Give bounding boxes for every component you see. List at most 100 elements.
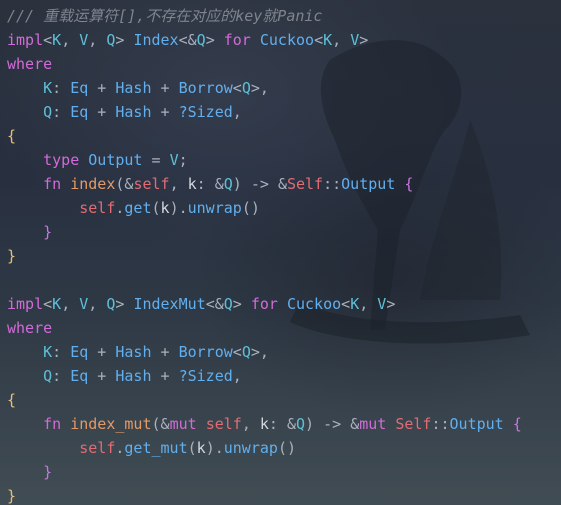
code-token: mut <box>359 415 396 433</box>
code-token: V <box>79 31 89 49</box>
code-token: Q <box>223 175 233 193</box>
code-token: ) -> <box>305 415 351 433</box>
code-line[interactable]: } <box>7 220 561 244</box>
code-token: , <box>169 175 188 193</box>
code-editor[interactable]: /// 重载运算符[],不存在对应的key就Panic impl<K, V, Q>… <box>0 0 561 505</box>
code-token: :: <box>323 175 342 193</box>
code-token: Q <box>296 415 306 433</box>
code-token: Hash <box>115 103 152 121</box>
code-token: > <box>359 31 369 49</box>
code-token: + <box>88 79 116 97</box>
code-token: , <box>359 295 378 313</box>
code-token: & <box>160 415 170 433</box>
code-token: { <box>512 415 522 433</box>
code-token: } <box>7 487 17 505</box>
code-line[interactable]: { <box>7 124 561 148</box>
code-token: index <box>70 175 116 193</box>
code-token: , <box>259 343 269 361</box>
code-line[interactable]: self.get_mut(k).unwrap() <box>7 436 561 460</box>
code-token: > <box>205 31 224 49</box>
code-line[interactable]: Q: Eq + Hash + ?Sized, <box>7 100 561 124</box>
code-token: : <box>268 415 287 433</box>
code-token: , <box>61 31 80 49</box>
code-token: > <box>232 295 251 313</box>
code-token: self <box>205 415 242 433</box>
code-token: Q <box>241 343 251 361</box>
code-line[interactable]: where <box>7 316 561 340</box>
code-token: + <box>151 79 179 97</box>
code-token: , <box>88 31 107 49</box>
code-token: , <box>232 103 242 121</box>
code-line[interactable]: } <box>7 460 561 484</box>
code-token: > <box>250 79 260 97</box>
code-token: where <box>7 319 53 337</box>
code-token: + <box>88 343 116 361</box>
code-token: > <box>386 295 396 313</box>
code-line[interactable]: K: Eq + Hash + Borrow<Q>, <box>7 340 561 364</box>
code-token: Self <box>395 415 432 433</box>
code-token: k <box>196 439 206 457</box>
code-line[interactable]: self.get(k).unwrap() <box>7 196 561 220</box>
code-token: , <box>232 367 242 385</box>
code-token: < <box>178 31 188 49</box>
code-line[interactable]: } <box>7 244 561 268</box>
code-line[interactable] <box>7 268 561 292</box>
code-token: Q <box>223 295 233 313</box>
code-token: get_mut <box>124 439 188 457</box>
code-token: Hash <box>115 367 152 385</box>
code-token: : <box>52 343 71 361</box>
code-token: K <box>43 343 53 361</box>
code-line[interactable]: } <box>7 484 561 505</box>
code-token: Eq <box>70 367 89 385</box>
code-token: , <box>332 31 351 49</box>
code-token: ?Sized <box>178 367 233 385</box>
code-token: + <box>88 367 116 385</box>
code-view[interactable]: /// 重载运算符[],不存在对应的key就Panic impl<K, V, Q>… <box>7 4 561 505</box>
code-token: Borrow <box>178 79 233 97</box>
code-token: get <box>124 199 152 217</box>
code-line[interactable]: impl<K, V, Q> Index<&Q> for Cuckoo<K, V> <box>7 28 561 52</box>
code-token: ; <box>178 151 188 169</box>
code-line[interactable]: Q: Eq + Hash + ?Sized, <box>7 364 561 388</box>
code-token: V <box>79 295 89 313</box>
code-line[interactable]: fn index_mut(&mut self, k: &Q) -> &mut S… <box>7 412 561 436</box>
code-line[interactable]: { <box>7 388 561 412</box>
code-token: > <box>115 31 134 49</box>
code-token: K <box>350 295 360 313</box>
code-token: where <box>7 55 53 73</box>
code-token: } <box>43 223 53 241</box>
code-token: ) <box>169 199 179 217</box>
code-token: ( <box>187 439 197 457</box>
code-token: k <box>160 199 170 217</box>
code-line[interactable]: type Output = V; <box>7 148 561 172</box>
code-line[interactable]: K: Eq + Hash + Borrow<Q>, <box>7 76 561 100</box>
code-token: < <box>232 343 242 361</box>
code-token: . <box>178 199 188 217</box>
code-token: + <box>151 343 179 361</box>
code-line[interactable]: /// 重载运算符[],不存在对应的key就Panic <box>7 4 561 28</box>
code-token: Self <box>286 175 324 193</box>
code-token: self <box>79 199 116 217</box>
code-token: V <box>377 295 387 313</box>
code-line[interactable]: impl<K, V, Q> IndexMut<&Q> for Cuckoo<K,… <box>7 292 561 316</box>
code-line[interactable]: where <box>7 52 561 76</box>
code-token: fn <box>43 175 71 193</box>
code-token: ( <box>151 199 161 217</box>
code-token: K <box>323 31 333 49</box>
code-token: & <box>214 175 224 193</box>
code-token: :: <box>431 415 450 433</box>
code-token: : <box>52 79 71 97</box>
code-token: Q <box>43 367 53 385</box>
code-token: + <box>151 367 179 385</box>
code-token: impl <box>7 31 44 49</box>
code-token: Output <box>449 415 504 433</box>
code-token: < <box>205 295 215 313</box>
code-token: < <box>43 295 53 313</box>
code-line[interactable]: fn index(&self, k: &Q) -> &Self::Output … <box>7 172 561 196</box>
